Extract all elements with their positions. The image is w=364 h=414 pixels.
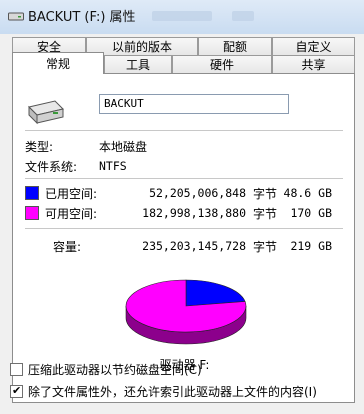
hard-drive-icon bbox=[28, 100, 64, 125]
capacity-bytes: 235,203,145,728 bbox=[142, 239, 246, 253]
blurred-area bbox=[152, 11, 212, 21]
properties-dialog: 安全 以前的版本 配额 自定义 常规 工具 硬件 共享 BACKUT 类型: 本… bbox=[0, 34, 364, 414]
free-space-swatch bbox=[25, 206, 39, 220]
free-space-bytes: 182,998,138,880 bbox=[142, 206, 246, 220]
tab-general[interactable]: 常规 bbox=[12, 52, 104, 74]
capacity-unit: 字节 bbox=[253, 240, 278, 254]
check-mark-icon: ✔ bbox=[12, 384, 22, 397]
used-space-unit: 字节 bbox=[253, 187, 278, 201]
separator bbox=[25, 130, 343, 131]
drive-icon bbox=[8, 12, 24, 21]
tab-quota[interactable]: 配额 bbox=[198, 37, 272, 56]
blurred-area bbox=[232, 11, 254, 21]
free-space-size: 170 GB bbox=[290, 206, 332, 220]
compress-label[interactable]: 压缩此驱动器以节约磁盘空间(C) bbox=[28, 361, 202, 378]
window-title: BACKUT (F:) 属性 bbox=[28, 10, 136, 25]
drive-name-input[interactable]: BACKUT bbox=[99, 94, 289, 114]
separator bbox=[25, 228, 343, 229]
capacity-label: 容量: bbox=[53, 240, 82, 254]
tab-hardware[interactable]: 硬件 bbox=[172, 55, 272, 74]
file-system-value: NTFS bbox=[99, 159, 127, 173]
type-value: 本地磁盘 bbox=[99, 140, 148, 154]
used-space-swatch bbox=[25, 186, 39, 200]
capacity-size: 219 GB bbox=[290, 239, 332, 253]
tab-sharing[interactable]: 共享 bbox=[272, 55, 355, 74]
general-panel: BACKUT 类型: 本地磁盘 文件系统: NTFS 已用空间: 52,205,… bbox=[12, 73, 355, 403]
index-checkbox[interactable]: ✔ bbox=[10, 384, 23, 398]
index-label[interactable]: 除了文件属性外，还允许索引此驱动器上文件的内容(I) bbox=[28, 383, 317, 400]
used-space-label: 已用空间: bbox=[45, 187, 98, 201]
file-system-label: 文件系统: bbox=[25, 160, 78, 174]
used-space-bytes: 52,205,006,848 bbox=[149, 186, 246, 200]
free-space-unit: 字节 bbox=[253, 207, 278, 221]
disk-usage-pie-chart bbox=[125, 279, 247, 345]
tab-tools[interactable]: 工具 bbox=[104, 55, 172, 74]
tab-customize[interactable]: 自定义 bbox=[272, 37, 355, 56]
title-bar: BACKUT (F:) 属性 bbox=[0, 0, 364, 35]
free-space-label: 可用空间: bbox=[45, 207, 98, 221]
separator bbox=[25, 178, 343, 179]
compress-checkbox[interactable] bbox=[10, 363, 23, 376]
used-space-size: 48.6 GB bbox=[283, 186, 332, 200]
type-label: 类型: bbox=[25, 140, 54, 154]
